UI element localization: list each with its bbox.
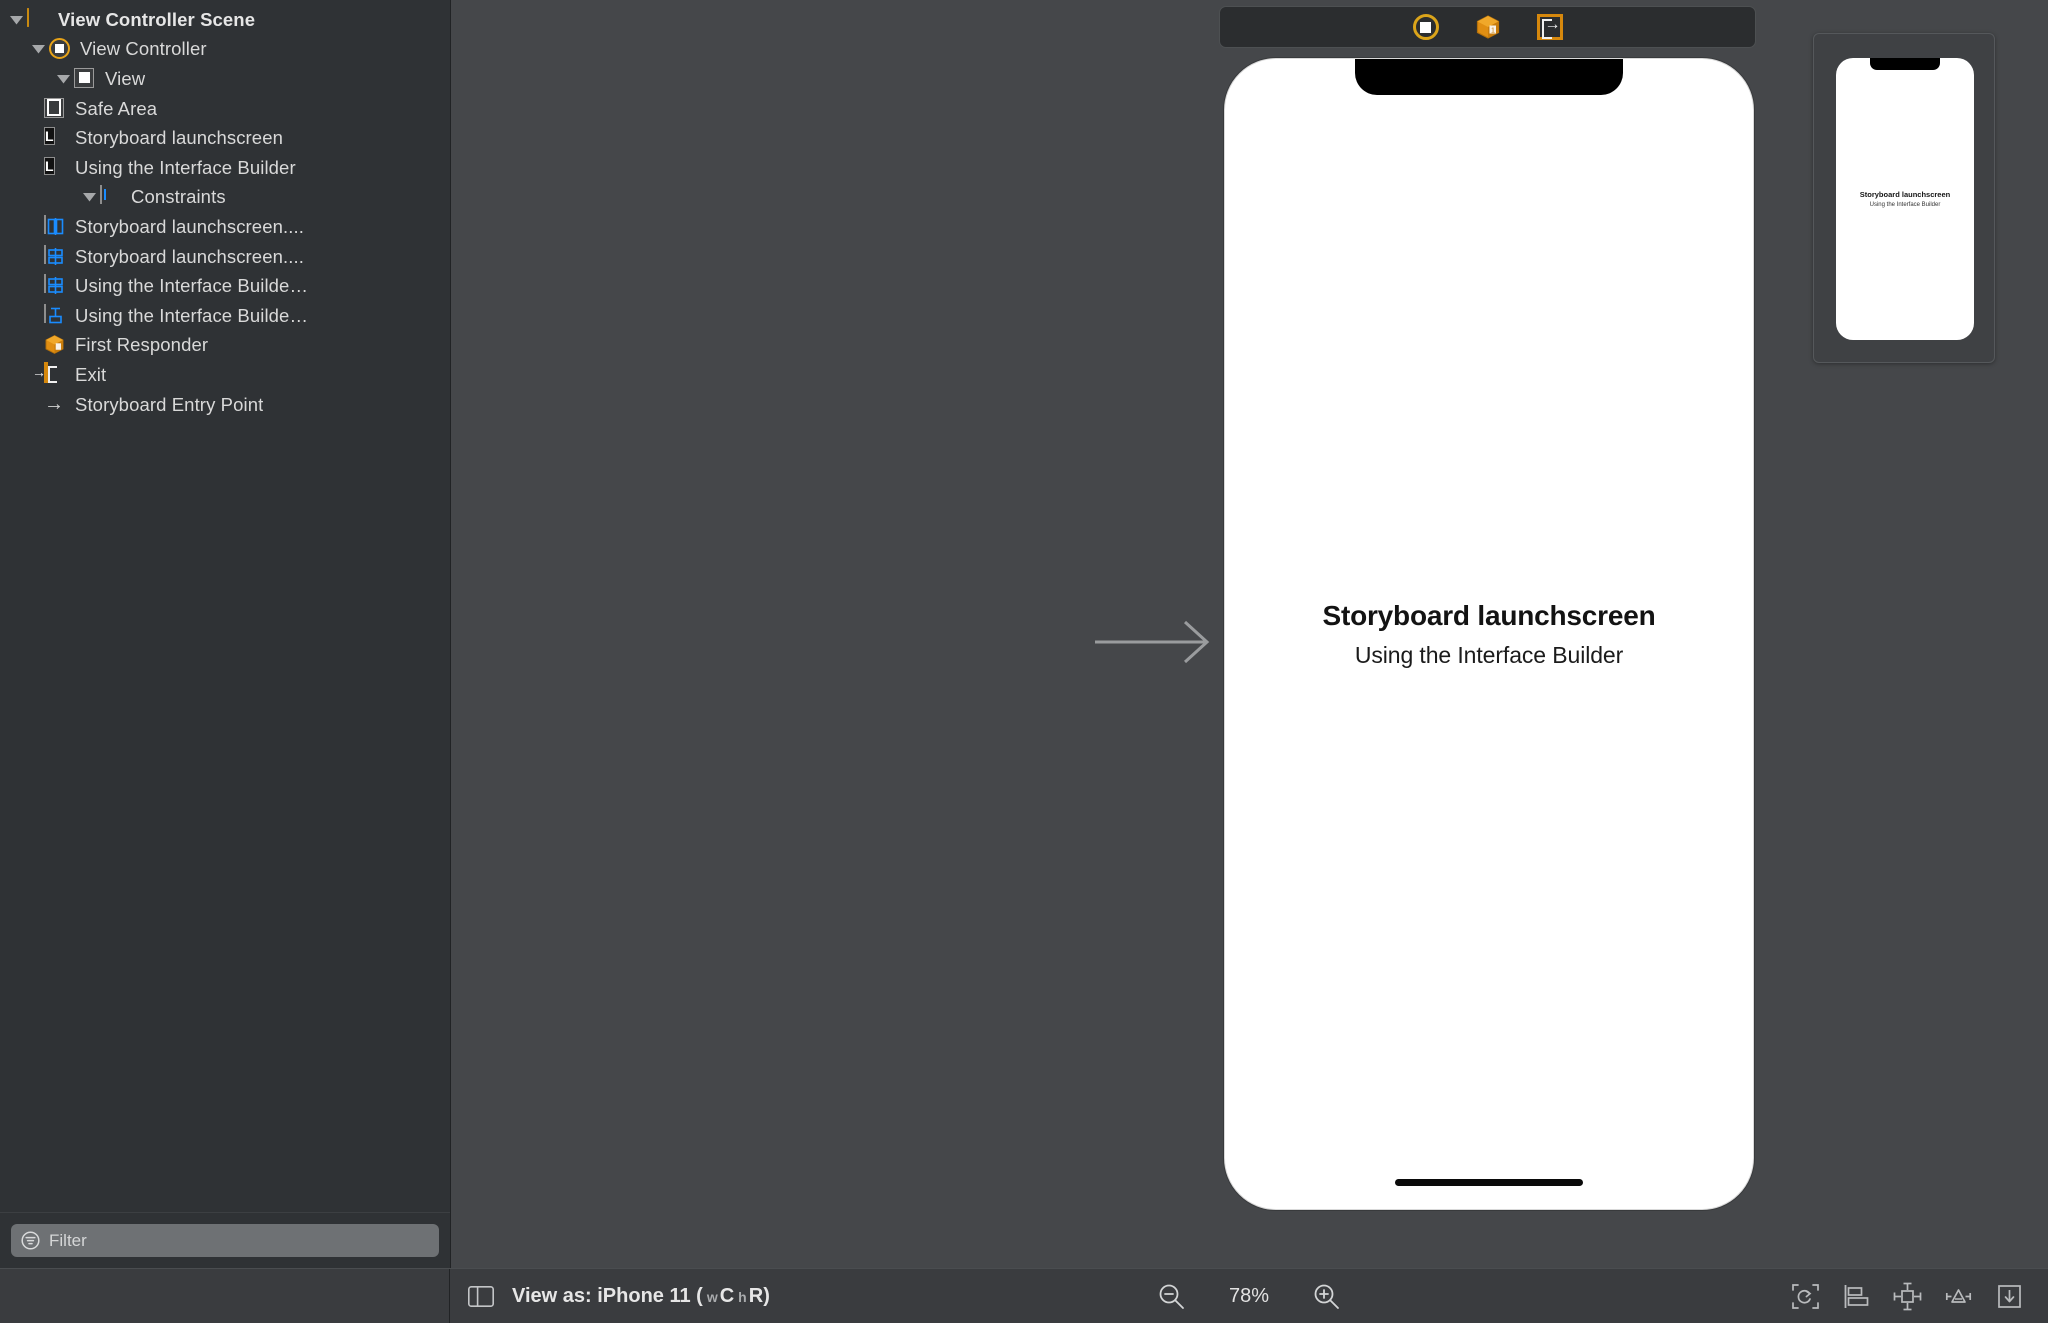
zoom-out-icon[interactable] xyxy=(1157,1282,1186,1311)
outline-row-label: View Controller xyxy=(80,38,207,60)
storyboard-canvas[interactable]: 1 Storyboard launchscreen Using the Inte… xyxy=(450,0,2048,1268)
outline-row-label: Storyboard launchscreen.... xyxy=(75,216,304,238)
height-class-key: h xyxy=(738,1289,747,1305)
launchscreen-title-label: Storyboard launchscreen xyxy=(1322,600,1655,632)
disclosure-triangle-icon[interactable] xyxy=(52,74,74,84)
outline-row[interactable]: L Storyboard launchscreen xyxy=(0,123,450,153)
outline-row-label: Using the Interface Builde… xyxy=(75,275,308,297)
status-bar-main-region: View as: iPhone 11 ( w C h R ) 78% xyxy=(450,1282,2048,1311)
filter-placeholder: Filter xyxy=(49,1231,87,1251)
outline-row[interactable]: Using the Interface Builde… xyxy=(0,271,450,301)
device-preview-iphone11[interactable]: Storyboard launchscreen Using the Interf… xyxy=(1224,58,1754,1210)
height-class-value: R xyxy=(749,1285,763,1308)
align-icon[interactable] xyxy=(1842,1282,1871,1311)
resolve-issues-icon[interactable] xyxy=(1944,1282,1973,1311)
outline-row-label: Storyboard Entry Point xyxy=(75,394,263,416)
outline-row[interactable]: Storyboard launchscreen.... xyxy=(0,242,450,272)
disclosure-triangle-icon[interactable] xyxy=(5,15,27,25)
filter-input[interactable]: Filter xyxy=(11,1224,439,1257)
constraint-vspace-icon xyxy=(44,305,66,327)
outline-row[interactable]: View xyxy=(0,64,450,94)
update-frames-icon[interactable] xyxy=(1791,1282,1820,1311)
device-thumbnail-preview[interactable]: Storyboard launchscreen Using the Interf… xyxy=(1813,33,1995,363)
outline-row-label: Safe Area xyxy=(75,98,157,120)
add-constraints-icon[interactable] xyxy=(1893,1282,1922,1311)
outline-row-label: View xyxy=(105,68,145,90)
thumbnail-notch xyxy=(1870,58,1940,70)
exit-icon[interactable] xyxy=(1537,14,1563,40)
outline-row-label: Storyboard launchscreen xyxy=(75,127,283,149)
outline-tree[interactable]: View Controller Scene View Controller View… xyxy=(0,0,450,1212)
outline-row-label: Exit xyxy=(75,364,106,386)
view-controller-icon[interactable] xyxy=(1413,14,1439,40)
disclosure-triangle-icon[interactable] xyxy=(78,192,100,202)
main-body: View Controller Scene View Controller View… xyxy=(0,0,2048,1268)
exit-icon xyxy=(44,364,66,386)
filter-icon xyxy=(21,1231,40,1250)
outline-row[interactable]: First Responder xyxy=(0,331,450,361)
view-icon xyxy=(74,68,96,90)
disclosure-triangle-icon[interactable] xyxy=(27,44,49,54)
label-icon: L xyxy=(44,127,66,149)
safe-area-icon xyxy=(44,98,66,120)
first-responder-icon[interactable]: 1 xyxy=(1475,14,1501,40)
launchscreen-subtitle-label: Using the Interface Builder xyxy=(1355,642,1623,669)
outline-row[interactable]: → Storyboard Entry Point xyxy=(0,390,450,420)
width-class-value: C xyxy=(720,1285,734,1308)
filter-bar: Filter xyxy=(0,1212,450,1268)
constraint-align-y-icon xyxy=(44,246,66,268)
xcode-interface-builder-window: View Controller Scene View Controller View… xyxy=(0,0,2048,1323)
first-responder-icon xyxy=(44,334,66,356)
outline-row[interactable]: View Controller xyxy=(0,35,450,65)
outline-row-label: Using the Interface Builde… xyxy=(75,305,308,327)
constraint-align-x-icon xyxy=(44,216,66,238)
embed-in-icon[interactable] xyxy=(1995,1282,2024,1311)
document-outline-toggle-icon[interactable] xyxy=(468,1286,494,1307)
canvas-status-bar: View as: iPhone 11 ( w C h R ) 78% xyxy=(0,1268,2048,1323)
view-as-device: View as: iPhone 11 xyxy=(512,1285,691,1308)
outline-row-label: Storyboard launchscreen.... xyxy=(75,246,304,268)
outline-row-label: View Controller Scene xyxy=(58,9,255,31)
outline-row-label: Constraints xyxy=(131,186,226,208)
home-indicator xyxy=(1395,1179,1583,1186)
outline-row-label: Using the Interface Builder xyxy=(75,157,296,179)
outline-row[interactable]: Exit xyxy=(0,360,450,390)
scene-dock-toolbar[interactable]: 1 xyxy=(1219,6,1756,48)
outline-row[interactable]: Constraints xyxy=(0,183,450,213)
thumbnail-subtitle-label: Using the Interface Builder xyxy=(1870,202,1941,208)
svg-text:1: 1 xyxy=(1491,28,1495,35)
status-bar-sidebar-region xyxy=(0,1269,450,1323)
label-icon: L xyxy=(44,157,66,179)
zoom-in-icon[interactable] xyxy=(1312,1282,1341,1311)
outline-row[interactable]: L Using the Interface Builder xyxy=(0,153,450,183)
view-as-label[interactable]: View as: iPhone 11 ( w C h R ) xyxy=(512,1285,770,1308)
outline-row[interactable]: Storyboard launchscreen.... xyxy=(0,212,450,242)
storyboard-entry-point-arrow xyxy=(1095,614,1217,670)
constraint-align-y-icon xyxy=(44,275,66,297)
outline-row[interactable]: Using the Interface Builde… xyxy=(0,301,450,331)
zoom-controls: 78% xyxy=(1157,1282,1341,1311)
document-outline-sidebar: View Controller Scene View Controller View… xyxy=(0,0,450,1268)
sidebar-canvas-divider xyxy=(450,0,451,1268)
zoom-level-label: 78% xyxy=(1219,1285,1279,1308)
thumbnail-screen: Storyboard launchscreen Using the Interf… xyxy=(1836,58,1974,340)
view-controller-icon xyxy=(49,38,71,60)
autolayout-tools xyxy=(1791,1282,2030,1311)
outline-row[interactable]: Safe Area xyxy=(0,94,450,124)
width-class-key: w xyxy=(707,1289,718,1305)
thumbnail-title-label: Storyboard launchscreen xyxy=(1860,190,1950,199)
scene-clapperboard-icon xyxy=(27,9,49,31)
device-screen-content: Storyboard launchscreen Using the Interf… xyxy=(1225,59,1753,1209)
outline-row-label: First Responder xyxy=(75,334,208,356)
constraints-icon xyxy=(100,186,122,208)
entry-point-arrow-icon: → xyxy=(44,394,66,416)
outline-row[interactable]: View Controller Scene xyxy=(0,5,450,35)
